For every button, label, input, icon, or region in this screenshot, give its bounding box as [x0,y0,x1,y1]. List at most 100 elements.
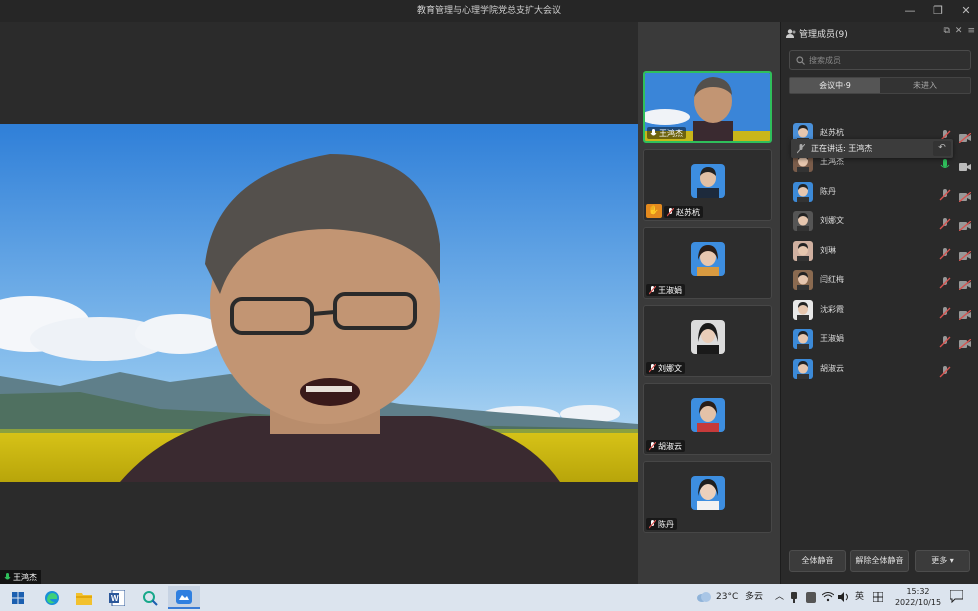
camera-off-icon[interactable] [958,334,972,350]
search-placeholder: 搜索成员 [809,55,841,65]
weather-temp[interactable]: 23°C [716,584,738,611]
tab-not-joined[interactable]: 未进入 [880,78,970,93]
close-panel-icon[interactable]: ✕ [955,26,963,36]
microphone-muted-icon[interactable] [939,274,951,289]
volume-icon[interactable] [838,592,850,602]
member-row[interactable]: 胡淑云 [781,355,978,383]
member-name: 沈彩霞 [820,305,844,314]
main-stage: 王鸿杰 [0,22,638,584]
ime-indicator[interactable]: 英 [855,584,864,611]
speaking-indicator: 正在讲话: 王鸿杰 ↶ [791,139,953,158]
thumbnail-name: 王淑娟 [646,284,685,296]
microphone-muted-icon[interactable] [939,333,951,348]
thumbnail-tile[interactable]: 王鸿杰 [643,71,772,143]
microphone-muted-icon[interactable] [939,127,951,142]
minimize-button[interactable]: — [896,0,924,22]
member-row[interactable]: 王淑娟 [781,325,978,353]
notification-icon[interactable] [950,590,963,603]
camera-icon[interactable] [959,157,971,171]
search-input[interactable]: 搜索成员 [789,50,971,70]
mute-all-button[interactable]: 全体静音 [789,550,846,572]
member-avatar [793,270,813,290]
menu-icon[interactable]: ≡ [967,26,975,36]
camera-off-icon[interactable] [958,246,972,262]
clock-date: 2022/10/15 [894,598,942,607]
members-panel: 管理成员(9) ⧉ ✕ ≡ 搜索成员 会议中·9 未进入 赵苏杭 王鸿杰 陈丹 刘娜文… [780,22,978,584]
microphone-muted-icon[interactable] [939,186,951,201]
camera-off-icon[interactable] [958,187,972,203]
microphone-muted-icon[interactable] [939,363,951,378]
member-avatar [793,329,813,349]
thumbnail-tile[interactable]: ✋ 赵苏杭 [643,149,772,221]
restore-button[interactable]: ❐ [924,0,952,22]
meeting-app-button[interactable] [168,586,200,609]
file-explorer-button[interactable] [70,586,98,609]
magnifier-app-icon [143,590,158,606]
camera-off-icon[interactable] [958,305,972,321]
popout-icon[interactable]: ⧉ [943,26,949,36]
taskbar: W 23°C 多云 ︿ 英 15:32 2022/10/15 [0,584,978,611]
microphone-muted-icon[interactable] [939,215,951,230]
close-button[interactable]: ✕ [952,0,978,22]
member-row[interactable]: 闫红梅 [781,266,978,294]
thumbnail-strip[interactable]: 王鸿杰 ✋ 赵苏杭 王淑娟 刘娜文 胡淑云 陈丹 [638,22,780,584]
avatar [691,398,725,432]
search-app-button[interactable] [136,586,164,609]
camera-off-icon[interactable] [958,275,972,291]
member-tabs: 会议中·9 未进入 [789,77,971,94]
camera-off-icon[interactable] [958,128,972,144]
tab-in-meeting[interactable]: 会议中·9 [790,78,880,93]
microphone-muted-icon [649,441,656,450]
wechat-icon[interactable] [806,592,816,603]
avatar [691,242,725,276]
usb-icon[interactable] [791,592,797,603]
show-hidden-icons-chevron-icon[interactable]: ︿ [775,584,784,611]
title-bar: 教育管理与心理学院党总支扩大会议 — ❐ ✕ [0,0,978,22]
avatar [691,476,725,510]
svg-text:W: W [111,594,119,603]
avatar [691,164,725,198]
meeting-app-icon [176,589,192,604]
member-name: 胡淑云 [820,364,844,373]
undo-icon[interactable]: ↶ [933,141,951,156]
weather-desc[interactable]: 多云 [745,584,763,611]
word-button[interactable]: W [103,586,131,609]
member-row[interactable]: 刘琳 [781,237,978,265]
speaking-text: 正在讲话: 王鸿杰 [811,144,873,153]
thumbnail-name: 刘娜文 [646,362,685,374]
member-row[interactable]: 沈彩霞 [781,296,978,324]
ime-grid-icon[interactable] [873,592,883,602]
microphone-muted-icon [649,519,656,528]
member-row[interactable]: 刘娜文 [781,207,978,235]
thumbnail-tile[interactable]: 胡淑云 [643,383,772,455]
main-video[interactable] [0,124,638,482]
microphone-muted-icon [649,363,656,372]
member-row[interactable]: 陈丹 [781,178,978,206]
thumbnail-tile[interactable]: 陈丹 [643,461,772,533]
microphone-muted-icon[interactable] [939,245,951,260]
more-button[interactable]: 更多 ▾ [915,550,970,572]
start-button[interactable] [4,586,32,609]
edge-browser-button[interactable] [38,586,66,609]
meeting-title: 教育管理与心理学院党总支扩大会议 [416,6,561,16]
member-avatar [793,241,813,261]
folder-icon [76,592,92,605]
thumbnail-tile[interactable]: 王淑娟 [643,227,772,299]
unmute-all-button[interactable]: 解除全体静音 [850,550,909,572]
microphone-icon [650,128,657,135]
word-icon: W [109,589,125,606]
members-icon [786,28,796,38]
panel-header: 管理成员(9) ⧉ ✕ ≡ [781,22,978,44]
microphone-muted-icon[interactable] [939,304,951,319]
panel-title: 管理成员(9) [799,29,848,40]
clock-time: 15:32 [906,587,930,596]
thumbnail-name: 王鸿杰 [647,127,686,139]
wifi-icon[interactable] [822,592,834,602]
clock[interactable]: 15:32 2022/10/15 [888,586,948,608]
thumbnail-tile[interactable]: 刘娜文 [643,305,772,377]
speaker-video-image [0,124,638,482]
microphone-muted-icon [667,207,674,216]
camera-off-icon[interactable] [958,216,972,232]
edge-icon [45,590,59,605]
member-name: 王淑娟 [820,334,844,343]
